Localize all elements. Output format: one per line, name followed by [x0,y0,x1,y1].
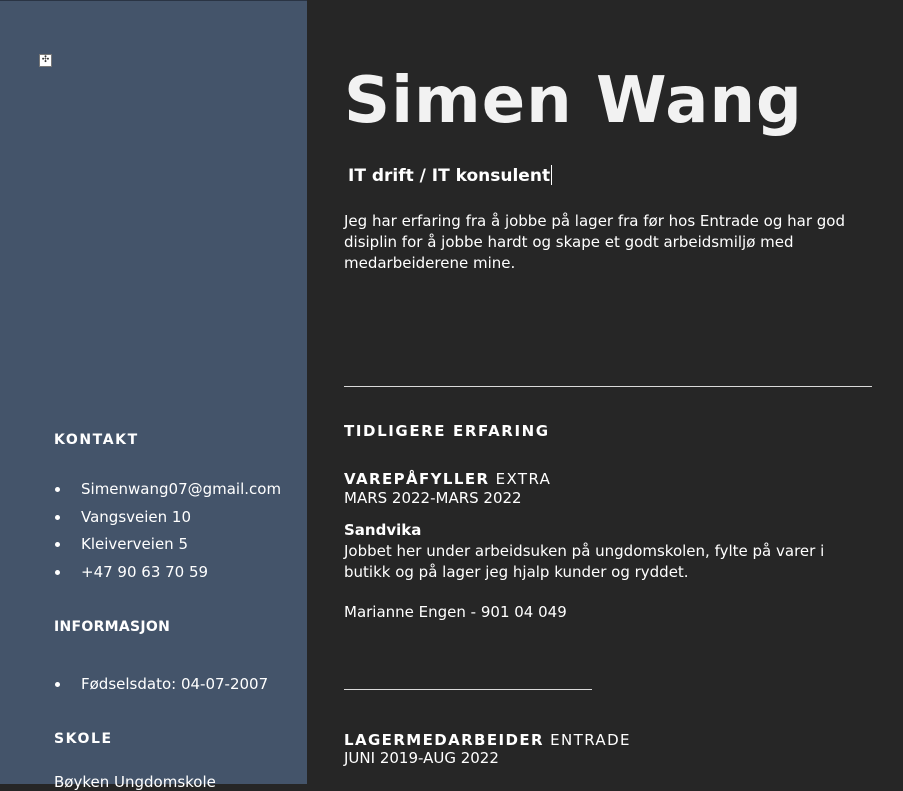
job-1-role: VAREPÅFYLLER [344,470,490,488]
info-list: Fødselsdato: 04-07-2007 [54,674,268,702]
job-1-description: Jobbet her under arbeidsuken på ungdomsk… [344,542,825,581]
job-2-title: LAGERMEDARBEIDER ENTRADE [344,731,631,749]
job-1-place: Sandvika [344,521,422,539]
text-cursor [551,165,553,185]
job-1-reference: Marianne Engen - 901 04 049 [344,603,567,621]
school-name: Bøyken Ungdomskole [54,773,216,791]
experience-heading: TIDLIGERE ERFARING [344,422,550,440]
job-2-role: LAGERMEDARBEIDER [344,731,544,749]
job-1-title: VAREPÅFYLLER EXTRA [344,470,551,488]
job-title[interactable]: IT drift / IT konsulent [348,165,553,186]
contact-heading: KONTAKT [54,432,139,448]
page-title: Simen Wang [344,64,803,138]
info-birthdate: Fødselsdato: 04-07-2007 [54,674,268,702]
job-2-company: ENTRADE [550,731,631,749]
move-handle-icon[interactable]: ✣ [39,54,52,67]
sidebar: ✣ KONTAKT Simenwang07@gmail.com Vangsvei… [0,0,307,791]
job-divider [344,689,592,690]
contact-address-1: Vangsveien 10 [54,507,281,535]
job-1-dates: MARS 2022-MARS 2022 [344,489,522,507]
contact-list: Simenwang07@gmail.com Vangsveien 10 Klei… [54,479,281,590]
contact-address-2: Kleiverveien 5 [54,534,281,562]
info-heading: INFORMASJON [54,619,171,635]
section-divider [344,386,872,387]
contact-phone: +47 90 63 70 59 [54,562,281,590]
job-2-dates: JUNI 2019-AUG 2022 [344,749,499,767]
profile-summary: Jeg har erfaring fra å jobbe på lager fr… [344,212,845,272]
job-title-text: IT drift / IT konsulent [348,166,551,186]
contact-email: Simenwang07@gmail.com [54,479,281,507]
job-1-company: EXTRA [495,470,552,488]
school-heading: SKOLE [54,731,113,747]
